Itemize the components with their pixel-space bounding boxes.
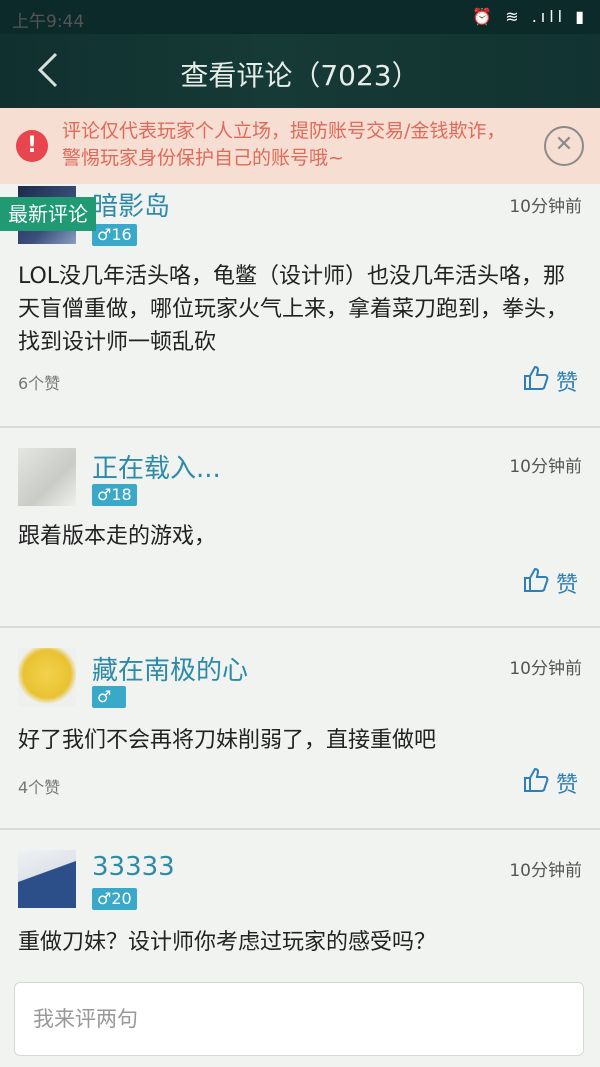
thumbs-up-icon [524, 365, 549, 390]
comment-time: 10分钟前 [509, 197, 582, 217]
like-count: 6个赞 [18, 374, 61, 393]
username[interactable]: 暗影岛 [92, 186, 170, 223]
gender-level-badge: ♂ [92, 686, 126, 708]
like-label: 赞 [556, 371, 579, 396]
comment-time: 10分钟前 [509, 861, 582, 881]
warning-notice: ! 评论仅代表玩家个人立场，提防账号交易/金钱欺诈，警惕玩家身份保护自己的账号哦… [0, 108, 600, 184]
comment-input-placeholder: 我来评两句 [33, 1007, 138, 1031]
avatar[interactable] [18, 648, 76, 706]
like-button[interactable]: 赞 [522, 364, 582, 396]
username[interactable]: 藏在南极的心 [92, 650, 248, 687]
status-bar: 上午9:44 ⏰ ≋ .ıll ▮ [0, 0, 600, 34]
username[interactable]: 33333 [92, 852, 175, 882]
like-label: 赞 [556, 773, 579, 798]
title-bar: 查看评论（7023） [0, 34, 600, 108]
comment-item: 正在载入... ♂18 10分钟前 跟着版本走的游戏， 赞 [0, 428, 600, 628]
gender-level-badge: ♂16 [92, 224, 137, 246]
page-title: 查看评论（7023） [180, 59, 420, 92]
comment-content: LOL没几年活头咯，龟鳖（设计师）也没几年活头咯，那天盲僧重做，哪位玩家火气上来… [18, 264, 569, 355]
comment-time: 10分钟前 [509, 659, 582, 679]
latest-comments-badge: 最新评论 [0, 197, 96, 231]
thumbs-up-icon [524, 767, 549, 792]
like-label: 赞 [556, 573, 579, 598]
notice-text: 评论仅代表玩家个人立场，提防账号交易/金钱欺诈，警惕玩家身份保护自己的账号哦~ [62, 120, 506, 169]
username[interactable]: 正在载入... [92, 448, 221, 485]
comment-time: 10分钟前 [509, 457, 582, 477]
comment-content: 重做刀妹？设计师你考虑过玩家的感受吗？ [18, 930, 437, 955]
like-button[interactable]: 赞 [522, 766, 582, 798]
warning-icon: ! [16, 130, 48, 162]
close-icon[interactable]: ✕ [544, 126, 584, 166]
status-icons: ⏰ ≋ .ıll ▮ [472, 7, 588, 26]
avatar[interactable] [18, 448, 76, 506]
like-button[interactable]: 赞 [522, 566, 582, 598]
avatar[interactable] [18, 850, 76, 908]
thumbs-up-icon [524, 567, 549, 592]
gender-level-badge: ♂18 [92, 484, 137, 506]
comment-input[interactable]: 我来评两句 [14, 982, 584, 1056]
comment-content: 好了我们不会再将刀妹削弱了，直接重做吧 [18, 728, 437, 753]
gender-level-badge: ♂20 [92, 888, 137, 910]
comment-content: 跟着版本走的游戏， [18, 524, 217, 549]
like-count: 4个赞 [18, 778, 61, 797]
comment-item: 藏在南极的心 ♂ 10分钟前 好了我们不会再将刀妹削弱了，直接重做吧 4个赞 赞 [0, 628, 600, 830]
